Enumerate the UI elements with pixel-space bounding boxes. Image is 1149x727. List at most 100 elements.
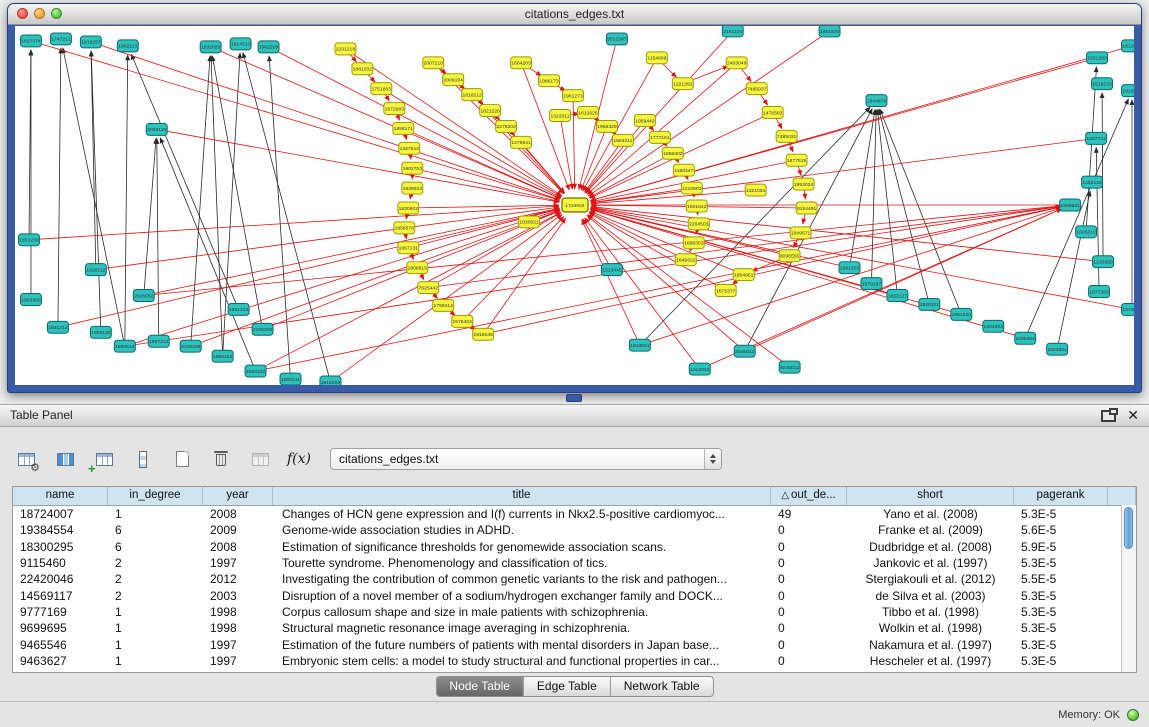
table-cell[interactable]: Structural magnetic resonance image aver… <box>273 621 771 635</box>
column-header-in-degree[interactable]: in_degree <box>108 487 203 505</box>
table-cell[interactable]: Nakamura et al. (1997) <box>847 638 1014 652</box>
table-cell[interactable]: 5.3E-5 <box>1014 621 1108 635</box>
graph-node[interactable]: 2231218 <box>335 43 356 55</box>
tab-edge-table[interactable]: Edge Table <box>524 677 611 696</box>
table-cell[interactable]: 1 <box>108 654 203 668</box>
graph-node[interactable]: 1808815 <box>407 262 428 274</box>
graph-node[interactable]: 1221391 <box>672 78 693 90</box>
graph-node[interactable]: 1855152 <box>212 350 233 362</box>
graph-node[interactable]: 1920301 <box>919 298 940 310</box>
table-cell[interactable]: 2008 <box>203 507 273 521</box>
tab-network-table[interactable]: Network Table <box>611 677 713 696</box>
table-row[interactable]: 911546021997Tourette syndrome. Phenomeno… <box>13 555 1136 571</box>
import-table-button[interactable]: + <box>90 447 118 471</box>
table-cell[interactable]: 49 <box>771 507 847 521</box>
graph-edge[interactable] <box>31 41 560 200</box>
table-cell[interactable]: Yano et al. (2008) <box>847 507 1014 521</box>
float-panel-icon[interactable] <box>1101 410 1116 422</box>
table-cell[interactable]: 9465546 <box>13 638 108 652</box>
graph-node[interactable]: 1851220 <box>951 308 972 320</box>
table-cell[interactable]: 2012 <box>203 572 273 586</box>
graph-node[interactable]: 1747212 <box>50 33 71 45</box>
graph-edge[interactable] <box>144 208 560 295</box>
graph-edge[interactable] <box>877 109 897 295</box>
graph-edge[interactable] <box>850 109 876 267</box>
graph-node[interactable]: 1958329 <box>596 120 617 132</box>
graph-edge[interactable] <box>1057 191 1090 349</box>
column-header-pagerank[interactable]: pagerank <box>1014 487 1108 505</box>
minimize-window-icon[interactable] <box>34 8 45 19</box>
table-cell[interactable]: 6 <box>108 540 203 554</box>
table-cell[interactable]: Wolkin et al. (1998) <box>847 621 1014 635</box>
graph-node[interactable]: 1913921 <box>629 339 650 351</box>
table-cell[interactable]: 18724007 <box>13 507 108 521</box>
graph-edge[interactable] <box>157 138 159 341</box>
graph-node[interactable]: 1160447 <box>673 164 694 176</box>
graph-node[interactable]: 1612625 <box>577 107 598 119</box>
graph-node[interactable]: 1751803 <box>371 83 392 95</box>
graph-node[interactable]: 1877515 <box>786 154 807 166</box>
graph-node[interactable]: 1956578 <box>394 222 415 234</box>
graph-edge[interactable] <box>63 48 125 347</box>
graph-edge[interactable] <box>256 212 561 371</box>
table-row[interactable]: 969969511998Structural magnetic resonanc… <box>13 620 1136 636</box>
graph-edge[interactable] <box>144 138 156 295</box>
table-cell[interactable]: Franke et al. (2009) <box>847 523 1014 537</box>
graph-node[interactable]: 1322011 <box>550 110 571 122</box>
graph-node[interactable]: 1818212 <box>462 89 483 101</box>
graph-node[interactable]: 7625442 <box>418 282 439 294</box>
table-cell[interactable]: 1 <box>108 605 203 619</box>
graph-node[interactable]: 7485031 <box>776 130 797 142</box>
graph-node[interactable]: 9245012 <box>779 361 800 373</box>
table-cell[interactable]: 0 <box>771 605 847 619</box>
graph-edge[interactable] <box>58 48 61 327</box>
table-cell[interactable]: 22420046 <box>13 572 108 586</box>
graph-node[interactable]: 1672045 <box>1122 303 1134 315</box>
table-panel-header[interactable]: Table Panel ✕ <box>0 404 1149 427</box>
close-panel-icon[interactable]: ✕ <box>1127 409 1139 423</box>
table-cell[interactable]: 2003 <box>203 589 273 603</box>
graph-node[interactable]: 1854951 <box>733 269 754 281</box>
table-settings-button[interactable]: ⚙ <box>12 447 40 471</box>
network-table-selector[interactable]: citations_edges.txt <box>330 448 722 470</box>
graph-node[interactable]: 1851230 <box>18 234 39 246</box>
table-row[interactable]: 1872400712008Changes of HCN gene express… <box>13 506 1136 522</box>
graph-node[interactable]: 1839023 <box>402 182 423 194</box>
graph-node[interactable]: 1812022 <box>689 363 710 375</box>
table-cell[interactable]: Changes of HCN gene expression and I(f) … <box>273 507 771 521</box>
graph-node[interactable]: 2106299 <box>180 340 201 352</box>
table-cell[interactable]: 1997 <box>203 654 273 668</box>
graph-node[interactable]: 2106300 <box>252 323 273 335</box>
graph-node[interactable]: 1427512 <box>399 142 420 154</box>
graph-node[interactable]: 1830602 <box>398 202 419 214</box>
table-cell[interactable]: 5.3E-5 <box>1014 638 1108 652</box>
column-header-title[interactable]: title <box>273 487 771 505</box>
graph-edge[interactable] <box>584 140 622 192</box>
graph-node[interactable]: 1856171 <box>393 122 414 134</box>
graph-node[interactable]: 1961273 <box>563 90 584 102</box>
dropdown-stepper-icon[interactable] <box>704 449 721 469</box>
graph-node[interactable]: 1614213 <box>230 38 251 50</box>
graph-node[interactable]: 1881202 <box>352 63 373 75</box>
graph-node[interactable]: 2204503 <box>688 218 709 230</box>
graph-node[interactable]: 1513445 <box>601 264 622 276</box>
table-cell[interactable]: Corpus callosum shape and size in male p… <box>273 605 771 619</box>
window-titlebar[interactable]: citations_edges.txt <box>8 4 1141 25</box>
table-cell[interactable]: 2 <box>108 589 203 603</box>
graph-node[interactable]: 1852127 <box>887 290 908 302</box>
graph-node[interactable]: 1599581 <box>1060 199 1081 211</box>
graph-edge[interactable] <box>96 207 559 270</box>
graph-node[interactable]: 1924501 <box>1047 343 1068 355</box>
table-cell[interactable]: 1997 <box>203 556 273 570</box>
graph-node[interactable]: 1905132 <box>90 326 111 338</box>
graph-node[interactable]: 1666303 <box>683 237 704 249</box>
graph-node[interactable]: 1972803 <box>384 103 405 115</box>
graph-node[interactable]: 9154491 <box>796 202 817 214</box>
table-cell[interactable]: Genome-wide association studies in ADHD. <box>273 523 771 537</box>
table-row[interactable]: 1830029562008Estimation of significance … <box>13 539 1136 555</box>
graph-edge[interactable] <box>1086 67 1096 232</box>
scrollbar-thumb[interactable] <box>1124 507 1133 549</box>
table-cell[interactable]: 2008 <box>203 540 273 554</box>
graph-node[interactable]: 1918046 <box>473 328 494 340</box>
delete-table-button[interactable] <box>207 447 235 471</box>
